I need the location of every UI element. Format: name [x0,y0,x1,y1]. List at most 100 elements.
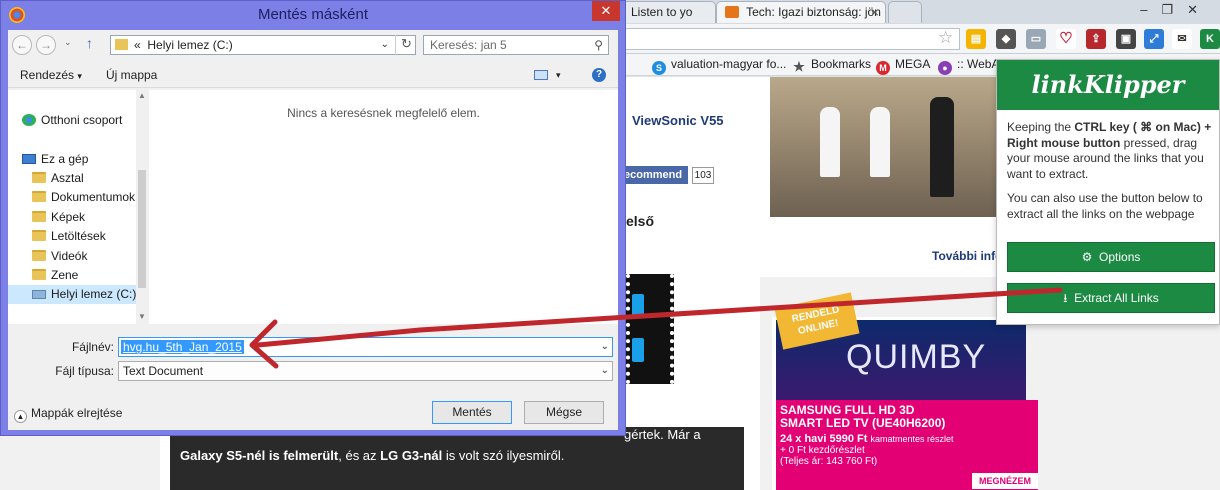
nav-pane-scrollbar[interactable]: ▲ ▼ [136,90,148,324]
computer-icon [22,154,36,164]
bookmark-item[interactable]: ●:: WebA [938,54,999,75]
nav-item-this-pc[interactable]: Ez a gép [22,150,88,169]
download-icon: ⭳ [1063,291,1068,305]
heart-extension-icon[interactable]: ♡ [1056,29,1076,49]
organize-label: Rendezés [20,68,75,82]
refresh-icon[interactable]: ↻ [395,35,417,55]
gear-icon: ⚙ [1081,250,1093,264]
dialog-title: Mentés másként [257,6,369,23]
close-icon[interactable]: ✕ [592,1,620,21]
address-bar[interactable]: « Helyi lemez (C:) ⌄ ↻ [110,35,416,55]
forward-icon[interactable]: → [36,35,56,55]
samsung-ad[interactable]: SAMSUNG FULL HD 3D SMART LED TV (UE40H62… [776,400,1038,490]
forex-ad-image[interactable] [626,274,674,384]
bookmark-label: :: WebA [957,57,1000,71]
star-icon[interactable]: ☆ [938,28,953,48]
bookmark-label: valuation-magyar fo... [671,57,787,71]
nav-item-videos[interactable]: Videók [32,247,87,266]
article-line-tail: gértek. Már a [624,427,701,442]
tab-tech[interactable]: Tech: Igazi biztonság: jön × [716,1,886,23]
nav-item-local-disk[interactable]: Helyi lemez (C:) [8,285,136,304]
close-window-icon[interactable]: ✕ [1187,2,1212,17]
up-arrow-icon[interactable]: ↑ [86,35,93,51]
article-text: is volt szó ilyesmiről. [442,448,565,463]
bookmark-item[interactable]: ★ Bookmarks [792,54,871,74]
filename-field[interactable]: hvg.hu_5th_Jan_2015 ⌄ [118,337,613,357]
navigation-pane: Otthoni csoport Ez a gép Asztal Dokument… [8,90,148,324]
more-info-link[interactable]: További info [932,249,1002,263]
nav-item-music[interactable]: Zene [32,266,78,285]
pane-spacer [60,90,100,92]
new-tab-button[interactable] [888,1,922,23]
maximize-icon[interactable]: ❐ [1161,2,1187,17]
bookmark-item[interactable]: Svaluation-magyar fo... [652,54,786,75]
save-button[interactable]: Mentés [432,401,512,424]
filetype-select[interactable]: Text Document ⌄ [118,361,613,381]
extract-all-links-button[interactable]: ⭳ Extract All Links [1007,283,1215,313]
tab-label: Listen to yo [631,5,693,19]
nav-item-label: Asztal [51,171,84,185]
scroll-up-icon[interactable]: ▲ [138,91,146,100]
chevron-down-icon[interactable]: ⌄ [601,338,609,356]
chevron-down-icon[interactable]: ⌄ [64,37,72,48]
recommend-button[interactable]: ecommend [622,166,688,184]
new-folder-button[interactable]: Új mappa [106,62,157,88]
samsung-title: SAMSUNG FULL HD 3D SMART LED TV (UE40H62… [780,403,946,430]
filetype-label: Fájl típusa: [55,364,114,378]
headline-snippet[interactable]: ViewSonic V55 [632,113,724,128]
view-icon[interactable] [534,70,548,80]
extension-icon[interactable]: ◆ [996,29,1016,49]
nav-item-label: Otthoni csoport [41,113,123,127]
samsung-view-button[interactable]: MEGNÉZEM [972,473,1038,489]
chevron-down-icon[interactable]: ⌄ [601,362,609,380]
chevron-down-icon[interactable]: ⌄ [381,36,389,54]
chrome-icon [9,7,25,23]
search-input[interactable]: Keresés: jan 5 ⚲ [423,35,609,55]
help-icon[interactable]: ? [592,68,606,82]
webapp-icon: ● [938,61,952,75]
scrollbar-thumb[interactable] [138,170,146,288]
extension-icon[interactable]: ▣ [1116,29,1136,49]
linkklipper-extension-icon[interactable]: K [1200,29,1220,49]
article-bold-text: LG G3-nál [380,448,443,463]
omnibox[interactable] [620,28,960,50]
dancer-figure [930,97,954,197]
resize-extension-icon[interactable]: ⤢ [1144,29,1164,49]
hide-folders-toggle[interactable]: ▲ Mappák elrejtése [14,406,122,423]
instruction-text: Keeping the CTRL key ( ⌘ on Mac) + Right… [1007,120,1213,182]
bookmark-item[interactable]: M MEGA [876,54,930,75]
minimize-icon[interactable]: – [1140,2,1161,17]
rss-extension-icon[interactable]: ▤ [966,29,986,49]
article-line: Galaxy S5-nél is felmerült, és az LG G3-… [180,448,564,463]
filetype-value: Text Document [123,364,204,378]
samsung-total: (Teljes ár: 143 760 Ft) [780,456,878,467]
file-list-pane: Nincs a keresésnek megfelelő elem. [149,90,618,324]
nav-item-documents[interactable]: Dokumentumok [32,188,135,207]
recommend-count: 103 [692,167,714,184]
scroll-down-icon[interactable]: ▼ [138,312,146,321]
tab-listen[interactable]: Listen to yo [622,1,716,23]
upload-extension-icon[interactable]: ⇪ [1086,29,1106,49]
video-thumbnail[interactable] [770,77,998,217]
nav-item-homegroup[interactable]: Otthoni csoport [22,111,122,130]
star-icon: ★ [793,59,805,74]
options-button[interactable]: ⚙ Options [1007,242,1215,272]
options-label: Options [1099,250,1141,264]
nav-item-downloads[interactable]: Letöltések [32,227,106,246]
chevron-down-icon[interactable]: ▾ [556,62,561,88]
samsung-extra: + 0 Ft kezdőrészlet [780,445,865,456]
dancer-figure [820,107,840,177]
organize-button[interactable]: Rendezés ▾ [20,62,82,89]
folder-icon [32,191,46,202]
article-text-block: gértek. Már a Galaxy S5-nél is felmerült… [170,427,744,490]
nav-item-desktop[interactable]: Asztal [32,169,84,188]
close-tab-icon[interactable]: × [871,2,879,22]
extension-icon[interactable]: ▭ [1026,29,1046,49]
search-icon[interactable]: ⚲ [594,36,603,54]
chevron-up-icon: ▲ [14,410,27,423]
back-icon[interactable]: ← [12,35,32,55]
inbox-extension-icon[interactable]: ✉ [1172,29,1192,49]
nav-item-pictures[interactable]: Képek [32,208,85,227]
bookmark-label: MEGA [895,57,931,71]
cancel-button[interactable]: Mégse [524,401,604,424]
